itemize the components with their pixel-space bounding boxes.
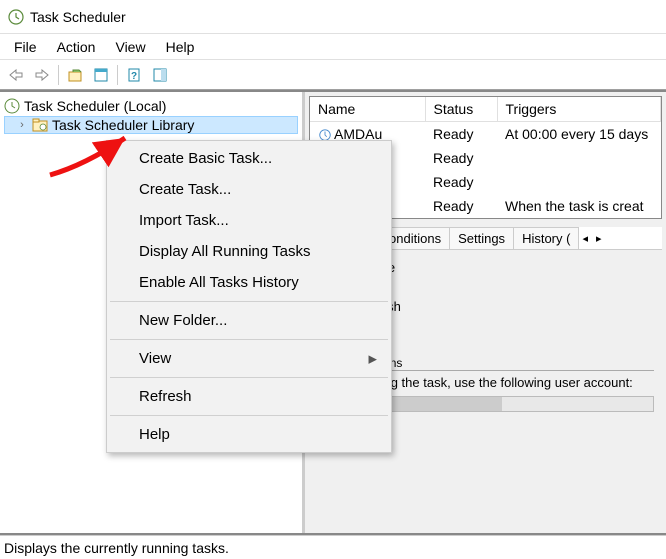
clock-icon [4, 98, 20, 114]
col-status[interactable]: Status [425, 97, 497, 122]
ctx-create-basic-task[interactable]: Create Basic Task... [109, 143, 389, 174]
clock-icon [8, 9, 24, 25]
properties-button[interactable] [89, 63, 113, 87]
toolbar-separator [58, 65, 59, 85]
tree-library[interactable]: › Task Scheduler Library [4, 116, 298, 134]
ctx-separator [110, 415, 388, 416]
forward-button[interactable] [30, 63, 54, 87]
tab-history[interactable]: History ( [513, 227, 579, 249]
ctx-new-folder[interactable]: New Folder... [109, 305, 389, 336]
ctx-create-task[interactable]: Create Task... [109, 174, 389, 205]
col-name[interactable]: Name [310, 97, 425, 122]
svg-text:?: ? [131, 71, 137, 82]
toolbar-separator [117, 65, 118, 85]
tree-root-label: Task Scheduler (Local) [24, 98, 166, 114]
ctx-display-running[interactable]: Display All Running Tasks [109, 236, 389, 267]
menu-file[interactable]: File [4, 36, 47, 58]
statusbar: Displays the currently running tasks. [0, 535, 666, 559]
toolbar: ? [0, 60, 666, 90]
status-text: Displays the currently running tasks. [4, 540, 229, 556]
ctx-refresh[interactable]: Refresh [109, 381, 389, 412]
ctx-import-task[interactable]: Import Task... [109, 205, 389, 236]
ctx-separator [110, 377, 388, 378]
ctx-view[interactable]: View▶ [109, 343, 389, 374]
back-button[interactable] [4, 63, 28, 87]
library-icon [32, 117, 48, 133]
menubar: File Action View Help [0, 34, 666, 60]
tab-scroll-right[interactable]: ▸ [592, 230, 606, 247]
menu-view[interactable]: View [105, 36, 155, 58]
context-menu: Create Basic Task... Create Task... Impo… [106, 140, 392, 453]
col-triggers[interactable]: Triggers [497, 97, 661, 122]
up-button[interactable] [63, 63, 87, 87]
ctx-enable-history[interactable]: Enable All Tasks History [109, 267, 389, 298]
window-title: Task Scheduler [30, 9, 126, 25]
menu-help[interactable]: Help [156, 36, 205, 58]
ctx-separator [110, 339, 388, 340]
help-button[interactable]: ? [122, 63, 146, 87]
tree-library-label: Task Scheduler Library [52, 117, 194, 133]
titlebar: Task Scheduler [0, 0, 666, 34]
expand-icon[interactable]: › [16, 119, 28, 131]
menu-action[interactable]: Action [47, 36, 106, 58]
tab-settings[interactable]: Settings [449, 227, 514, 249]
chevron-right-icon: ▶ [369, 352, 377, 365]
tree-root[interactable]: Task Scheduler (Local) [4, 96, 298, 116]
ctx-separator [110, 301, 388, 302]
ctx-help[interactable]: Help [109, 419, 389, 450]
tab-scroll-left[interactable]: ◂ [578, 230, 592, 247]
action-pane-button[interactable] [148, 63, 172, 87]
